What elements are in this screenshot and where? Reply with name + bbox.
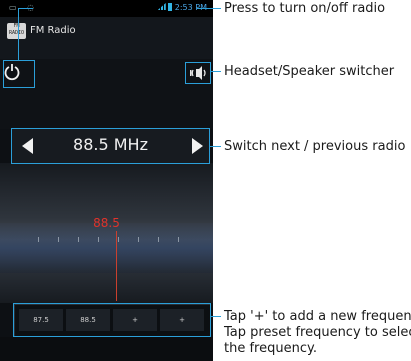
speaker-callout-box [185, 62, 211, 84]
annotation-speaker: Headset/Speaker switcher [224, 64, 395, 79]
dial-tick [58, 237, 59, 242]
annotation-preset-2: Tap preset frequency to select [224, 325, 411, 340]
dial-tick [118, 237, 119, 242]
battery-icon [167, 3, 172, 11]
switch-leader [210, 146, 221, 147]
fm-radio-app-icon: FM RADIO [7, 23, 26, 39]
app-title: FM Radio [30, 25, 76, 36]
annotation-power: Press to turn on/off radio [224, 1, 386, 16]
power-leader-top [18, 8, 33, 9]
dial-reading: 88.5 [93, 216, 120, 230]
dial-tick [98, 237, 99, 242]
preset-callout-box [13, 303, 211, 337]
dial-ticks [24, 237, 194, 243]
app-title-bar: FM RADIO FM Radio [0, 17, 213, 59]
tuning-needle[interactable] [116, 231, 117, 301]
power-leader-vertical [18, 8, 19, 60]
dial-tick [78, 237, 79, 242]
dial-glow [0, 223, 213, 273]
dial-tick [38, 237, 39, 242]
preset-leader [211, 316, 221, 317]
dial-tick [158, 237, 159, 242]
annotation-switch: Switch next / previous radio [224, 139, 406, 154]
annotation-preset-1: Tap '+' to add a new frequency; [224, 309, 411, 324]
signal-icon [157, 3, 166, 10]
tuning-dial[interactable]: 88.5 [0, 163, 213, 303]
power-callout-box [3, 60, 35, 88]
speaker-leader [211, 71, 221, 72]
switch-callout-box [11, 128, 210, 164]
power-leader-right [197, 8, 221, 9]
dial-tick [138, 237, 139, 242]
annotation-preset-3: the frequency. [224, 341, 317, 356]
dial-tick [178, 237, 179, 242]
bottom-strip [0, 337, 213, 361]
